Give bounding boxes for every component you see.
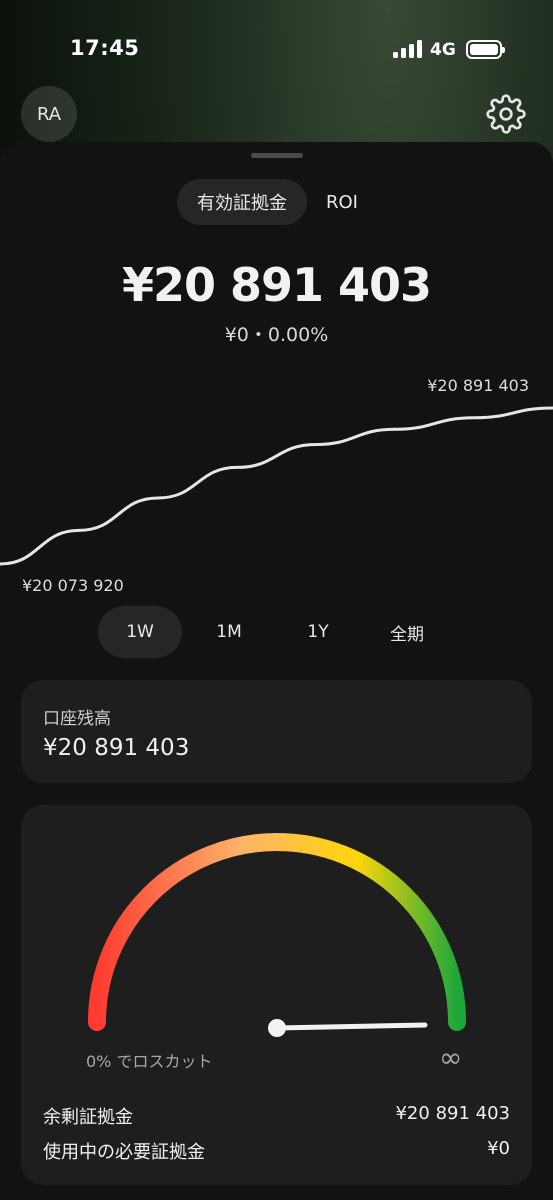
range-all[interactable]: 全期 (365, 606, 449, 658)
used-margin-value: ¥0 (487, 1138, 510, 1159)
gauge-needle-pivot (268, 1019, 286, 1037)
equity-chart-line (0, 406, 553, 566)
sheet-grabber[interactable] (251, 153, 303, 158)
range-1w[interactable]: 1W (98, 606, 182, 658)
range-1m[interactable]: 1M (187, 606, 271, 658)
range-1y[interactable]: 1Y (276, 606, 360, 658)
chart-max-label: ¥20 891 403 (427, 376, 529, 395)
network-type: 4G (430, 40, 456, 60)
equity-change: ¥0・0.00% (224, 324, 329, 346)
used-margin-row: 使用中の必要証拠金 ¥0 (43, 1138, 510, 1164)
gear-icon[interactable] (486, 94, 526, 134)
account-balance-card[interactable]: 口座残高 ¥20 891 403 (21, 680, 532, 783)
avatar[interactable]: RA (21, 86, 77, 142)
margin-level-gauge (88, 833, 466, 1037)
tab-effective-margin[interactable]: 有効証拠金 (177, 179, 307, 225)
battery-icon (466, 40, 505, 59)
balance-label: 口座残高 (43, 709, 111, 729)
free-margin-value: ¥20 891 403 (395, 1103, 510, 1124)
gauge-arc (88, 833, 466, 1031)
free-margin-row: 余剰証拠金 ¥20 891 403 (43, 1103, 510, 1129)
bottom-sheet: 有効証拠金 ROI ¥20 891 403 ¥0・0.00% ¥20 891 4… (0, 142, 553, 1200)
balance-value: ¥20 891 403 (43, 735, 190, 761)
margin-gauge-card: 0% でロスカット ∞ 余剰証拠金 ¥20 891 403 使用中の必要証拠金 … (21, 805, 532, 1185)
chart-min-label: ¥20 073 920 (22, 576, 124, 595)
status-bar: 17:45 4G (0, 0, 553, 100)
free-margin-label: 余剰証拠金 (43, 1107, 133, 1128)
signal-icon (393, 40, 423, 58)
status-time: 17:45 (70, 36, 140, 60)
gauge-needle (274, 1022, 428, 1031)
used-margin-label: 使用中の必要証拠金 (43, 1142, 205, 1163)
gauge-min-label: 0% でロスカット (86, 1052, 213, 1071)
tab-roi[interactable]: ROI (310, 179, 374, 225)
equity-value: ¥20 891 403 (121, 258, 432, 312)
equity-chart (0, 406, 553, 566)
infinity-icon: ∞ (439, 1041, 463, 1074)
